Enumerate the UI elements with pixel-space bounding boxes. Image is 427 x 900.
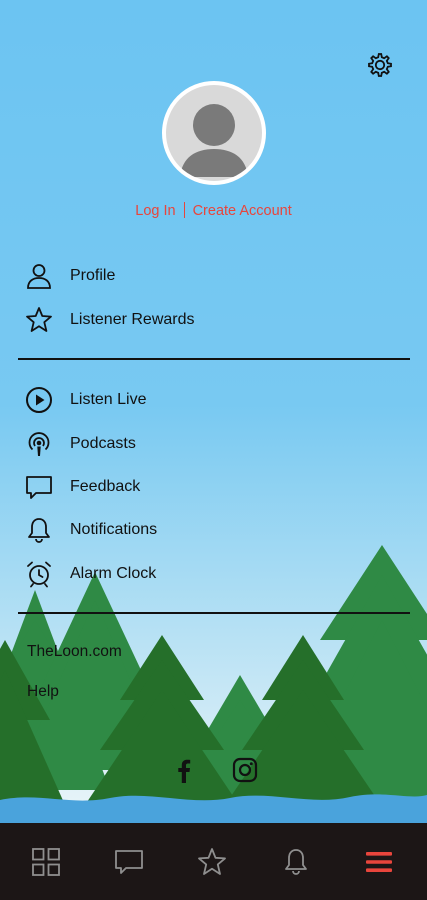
bell-icon (284, 848, 307, 875)
menu-item-listener-rewards[interactable]: Listener Rewards (24, 302, 404, 338)
website-link[interactable]: TheLoon.com (27, 643, 122, 661)
tab-feedback[interactable] (111, 844, 147, 880)
menu-item-label: Listener Rewards (70, 311, 195, 328)
instagram-icon (232, 757, 258, 783)
auth-separator (183, 202, 185, 218)
menu-item-podcasts[interactable]: Podcasts (24, 426, 404, 462)
tab-home[interactable] (28, 844, 64, 880)
menu-item-label: Podcasts (70, 435, 136, 452)
help-link[interactable]: Help (27, 683, 59, 701)
avatar[interactable] (162, 81, 266, 185)
tab-menu[interactable] (361, 844, 397, 880)
bell-icon (24, 515, 54, 545)
instagram-button[interactable] (231, 756, 259, 784)
menu-item-label: Feedback (70, 478, 141, 495)
menu-item-label: Listen Live (70, 391, 147, 408)
bottom-tab-bar (0, 823, 427, 900)
menu-icon (366, 851, 393, 872)
divider (18, 612, 410, 614)
menu-item-label: Profile (70, 267, 116, 284)
facebook-button[interactable] (170, 756, 198, 784)
star-icon (24, 305, 54, 335)
star-icon (198, 847, 227, 875)
menu-item-alarm-clock[interactable]: Alarm Clock (24, 556, 404, 592)
menu-item-label: Alarm Clock (70, 565, 157, 582)
tab-rewards[interactable] (194, 844, 230, 880)
gear-icon (368, 53, 392, 77)
facebook-icon (178, 759, 191, 783)
person-icon (180, 104, 248, 177)
tab-notifications[interactable] (278, 844, 314, 880)
play-circle-icon (24, 385, 54, 415)
menu-item-listen-live[interactable]: Listen Live (24, 382, 404, 418)
settings-button[interactable] (364, 50, 394, 80)
menu-item-profile[interactable]: Profile (24, 258, 404, 294)
create-account-link[interactable]: Create Account (193, 203, 292, 219)
chat-bubble-icon (115, 849, 143, 874)
login-link[interactable]: Log In (135, 203, 175, 219)
menu-item-label: Notifications (70, 521, 158, 538)
menu-item-feedback[interactable]: Feedback (24, 469, 404, 505)
podcast-icon (24, 429, 54, 459)
divider (18, 358, 410, 360)
menu-item-notifications[interactable]: Notifications (24, 512, 404, 548)
alarm-clock-icon (24, 559, 54, 589)
chat-bubble-icon (24, 472, 54, 502)
auth-links: Log In Create Account (0, 202, 427, 219)
grid-icon (31, 847, 60, 876)
person-icon (24, 261, 54, 291)
